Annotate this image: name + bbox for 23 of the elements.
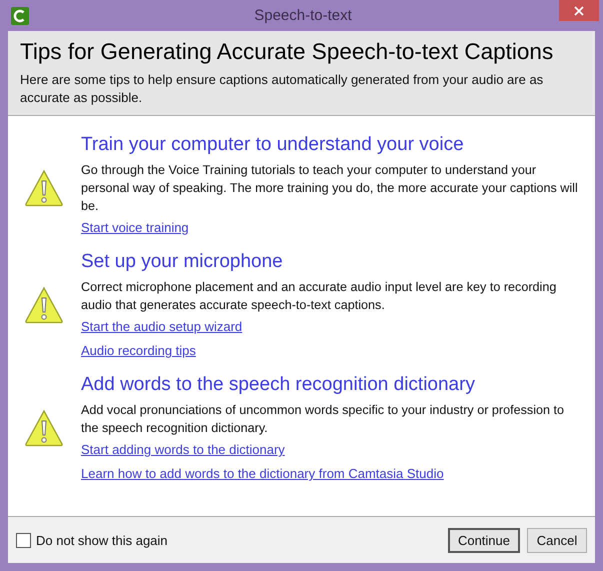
section-heading: Set up your microphone: [81, 251, 284, 273]
window-title: Speech-to-text: [253, 7, 353, 24]
link[interactable]: Start voice training: [81, 219, 189, 237]
warning-icon: [24, 286, 64, 324]
link[interactable]: Learn how to add words to the dictionary from Camtasia Studio: [81, 465, 444, 483]
warning-icon: [24, 169, 64, 207]
app-logo-icon: [11, 6, 29, 24]
link[interactable]: Start the audio setup wizard: [81, 318, 242, 336]
dialog-heading: Tips for Generating Accurate Speech-to-text Captions: [20, 39, 554, 65]
section-heading: Train your computer to understand your voice: [81, 134, 465, 156]
dialog-button[interactable]: Continue: [448, 528, 520, 552]
dialog-button[interactable]: Cancel: [527, 528, 587, 552]
section-text: Go through the Voice Training tutorials to teach your computer to understand your personal way of speaking. The more training you do, the more accurate your captions will be.: [81, 162, 579, 215]
checkbox[interactable]: Do not show this again: [16, 532, 168, 548]
link[interactable]: Audio recording tips: [81, 342, 196, 360]
header-description: Here are some tips to help ensure captions automatically generated from your audio are as accurate as possible.: [20, 71, 544, 107]
link[interactable]: Start adding words to the dictionary: [81, 441, 285, 459]
section-heading: Add words to the speech recognition dictionary: [81, 374, 476, 396]
section-text: Add vocal pronunciations of uncommon words specific to your industry or profession to the speech recognition dictionary.: [81, 402, 566, 437]
section-text: Correct microphone placement and an accurate audio input level are key to recording audio that generates accurate speech-to-text captions.: [81, 279, 558, 314]
close-icon: [574, 6, 584, 16]
close-button[interactable]: [559, 0, 599, 21]
warning-icon: [24, 409, 64, 447]
